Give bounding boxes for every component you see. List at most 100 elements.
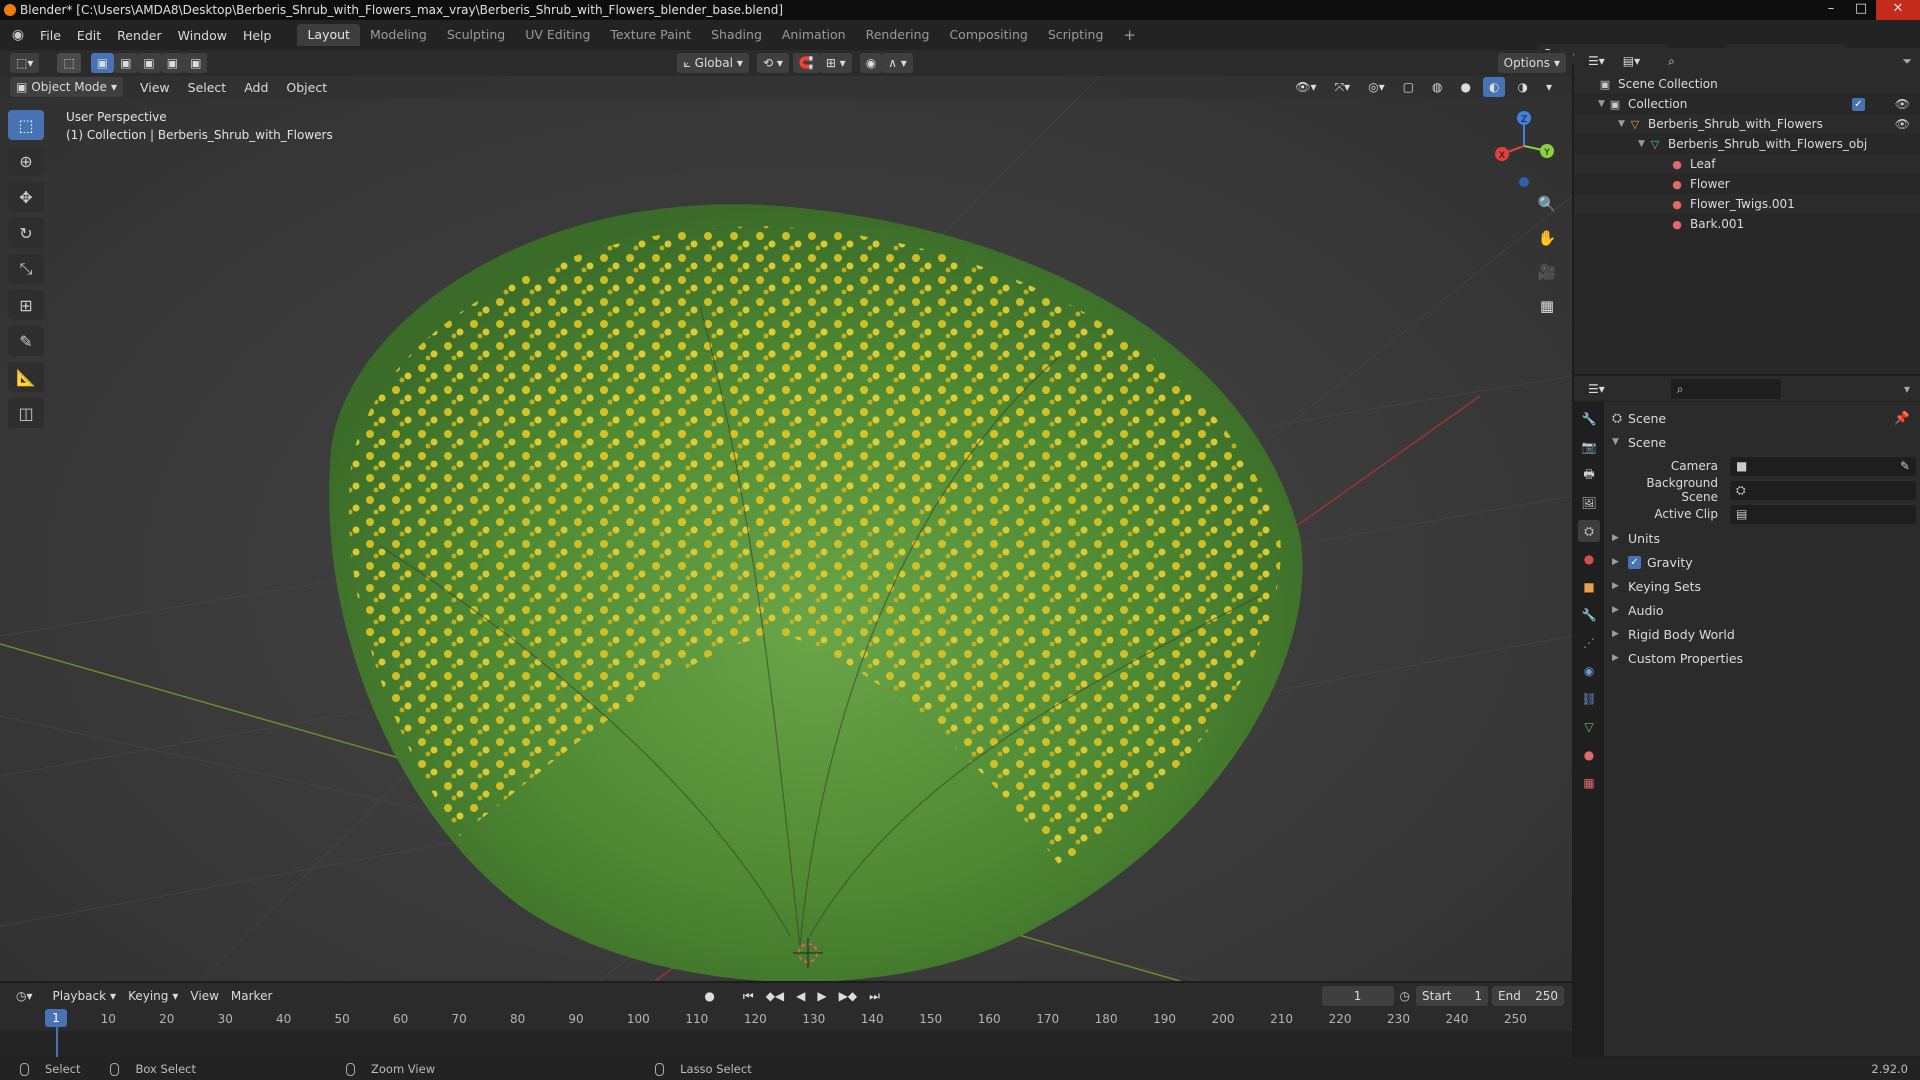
cursor-tool-icon[interactable]: ⊕	[8, 146, 44, 176]
shading-options-dropdown[interactable]: ▾	[1540, 77, 1558, 97]
blender-menu-icon[interactable]: ◉	[8, 25, 28, 45]
menu-select[interactable]: Select	[179, 80, 236, 95]
tab-texture-paint[interactable]: Texture Paint	[600, 24, 701, 46]
view-layer-tab-icon[interactable]: 🖼	[1578, 492, 1600, 514]
constraints-tab-icon[interactable]: ⛓	[1578, 688, 1600, 710]
rigid-body-world-panel-header[interactable]: ▶ Rigid Body World	[1608, 622, 1916, 646]
render-tab-icon[interactable]: 📷	[1578, 436, 1600, 458]
add-workspace-button[interactable]: +	[1113, 24, 1146, 46]
proportional-edit-icon[interactable]: ◉	[859, 53, 883, 73]
navigation-gizmo[interactable]: Z X Y	[1480, 104, 1570, 194]
audio-panel-header[interactable]: ▶ Audio	[1608, 598, 1916, 622]
outliner-material[interactable]: ● Flower_Twigs.001	[1574, 194, 1920, 214]
xray-toggle-icon[interactable]: ▢	[1397, 77, 1420, 97]
menu-add[interactable]: Add	[235, 80, 277, 95]
play-reverse-icon[interactable]: ◀	[790, 986, 811, 1006]
timeline-marker-menu[interactable]: Marker	[225, 986, 278, 1006]
tab-compositing[interactable]: Compositing	[939, 24, 1037, 46]
playhead-indicator[interactable]: 1	[45, 1009, 67, 1027]
tab-uv-editing[interactable]: UV Editing	[515, 24, 600, 46]
minimize-button[interactable]: –	[1816, 0, 1846, 20]
menu-object[interactable]: Object	[277, 80, 336, 95]
gravity-panel-header[interactable]: ▶ ✓ Gravity	[1608, 550, 1916, 574]
tab-animation[interactable]: Animation	[772, 24, 856, 46]
snap-toggle-icon[interactable]: 🧲	[792, 53, 820, 73]
material-preview-shading-icon[interactable]: ◐	[1483, 77, 1506, 97]
select-extend-icon[interactable]: ▣	[114, 53, 138, 73]
visibility-dropdown[interactable]: 👁▾	[1289, 77, 1322, 97]
close-window-button[interactable]: ✕	[1876, 0, 1920, 20]
active-clip-field[interactable]: ▤	[1730, 504, 1916, 524]
keying-dropdown[interactable]: Keying ▾	[122, 986, 184, 1006]
select-new-icon[interactable]: ▣	[90, 53, 115, 73]
modifier-tab-icon[interactable]: 🔧	[1578, 604, 1600, 626]
3d-viewport[interactable]	[0, 76, 1572, 981]
rotate-tool-icon[interactable]: ↻	[8, 218, 44, 248]
expand-arrow-icon[interactable]: ▼	[1598, 99, 1608, 109]
filter-icon[interactable]: ⏷	[1902, 54, 1912, 69]
jump-start-icon[interactable]: ⏮	[737, 986, 760, 1006]
outliner-object[interactable]: ▼ ▽ Berberis_Shrub_with_Flowers 👁	[1574, 114, 1920, 134]
timeline-track-area[interactable]	[0, 1031, 1572, 1057]
tab-shading[interactable]: Shading	[701, 24, 772, 46]
play-icon[interactable]: ▶	[811, 986, 832, 1006]
timeline-ruler[interactable]: 1102030405060708090100110120130140150160…	[0, 1009, 1572, 1031]
measure-tool-icon[interactable]: 📐	[8, 362, 44, 392]
display-mode-dropdown[interactable]: ▤▾	[1617, 51, 1646, 71]
gizmo-toggle-icon[interactable]: ⤧▾	[1329, 77, 1357, 97]
scene-section-header[interactable]: ▼ Scene	[1608, 430, 1916, 454]
material-tab-icon[interactable]: ●	[1578, 744, 1600, 766]
pivot-point-dropdown[interactable]: ⟲ ▾	[756, 53, 789, 73]
menu-help[interactable]: Help	[235, 28, 280, 43]
add-cube-tool-icon[interactable]: ◫	[8, 398, 44, 428]
neg-z-axis-icon[interactable]	[1519, 177, 1529, 187]
tab-scripting[interactable]: Scripting	[1038, 24, 1114, 46]
menu-edit[interactable]: Edit	[69, 28, 109, 43]
tool-tab-icon[interactable]: 🔧	[1578, 408, 1600, 430]
end-frame-field[interactable]: End 250	[1492, 986, 1564, 1006]
properties-search-input[interactable]: ⌕	[1670, 378, 1781, 399]
keying-sets-panel-header[interactable]: ▶ Keying Sets	[1608, 574, 1916, 598]
current-frame-field[interactable]: 1	[1321, 986, 1394, 1006]
eye-icon[interactable]: 👁	[1895, 97, 1910, 111]
transform-orientation-dropdown[interactable]: ⟀ Global ▾	[677, 53, 749, 73]
snap-target-dropdown[interactable]: ⊞ ▾	[819, 53, 852, 73]
select-invert-icon[interactable]: ▣	[160, 53, 185, 73]
outliner-material[interactable]: ● Leaf	[1574, 154, 1920, 174]
expand-arrow-icon[interactable]: ▼	[1618, 119, 1628, 129]
overlay-toggle-icon[interactable]: ◎▾	[1362, 77, 1391, 97]
menu-window[interactable]: Window	[170, 28, 235, 43]
start-frame-field[interactable]: Start 1	[1416, 986, 1488, 1006]
world-tab-icon[interactable]: ●	[1578, 548, 1600, 570]
wireframe-shading-icon[interactable]: ◍	[1426, 77, 1448, 97]
eye-icon[interactable]: 👁	[1895, 117, 1910, 131]
gravity-checkbox[interactable]: ✓	[1628, 555, 1641, 569]
prev-keyframe-icon[interactable]: ◆◀	[760, 986, 790, 1006]
outliner-material[interactable]: ● Flower	[1574, 174, 1920, 194]
outliner-collection[interactable]: ▼ ▣ Collection ✓ 👁	[1574, 94, 1920, 114]
clock-icon[interactable]: ◷	[1400, 989, 1410, 1003]
rendered-shading-icon[interactable]: ◑	[1511, 77, 1533, 97]
eyedropper-icon[interactable]: ✎	[1900, 459, 1910, 473]
select-tool-mode-button[interactable]: ⬚	[57, 53, 81, 73]
maximize-button[interactable]: □	[1846, 0, 1876, 20]
annotate-tool-icon[interactable]: ✎	[8, 326, 44, 356]
camera-view-icon[interactable]: 🎥	[1533, 258, 1561, 286]
output-tab-icon[interactable]: 🖶	[1578, 464, 1600, 486]
jump-end-icon[interactable]: ⏭	[863, 986, 886, 1006]
zoom-icon[interactable]: 🔍	[1533, 190, 1561, 218]
properties-options-icon[interactable]: ▾	[1904, 382, 1910, 396]
record-icon[interactable]: ●	[698, 986, 720, 1006]
object-tab-icon[interactable]: ■	[1578, 576, 1600, 598]
timeline-view-menu[interactable]: View	[184, 986, 224, 1006]
playback-dropdown[interactable]: Playback ▾	[47, 986, 123, 1006]
custom-properties-panel-header[interactable]: ▶ Custom Properties	[1608, 646, 1916, 670]
outliner-search-input[interactable]: ⌕	[1662, 51, 1773, 71]
texture-tab-icon[interactable]: ▦	[1578, 772, 1600, 794]
outliner-editor-type-icon[interactable]: ☰▾	[1582, 51, 1611, 71]
next-keyframe-icon[interactable]: ▶◆	[833, 986, 863, 1006]
tab-sculpting[interactable]: Sculpting	[437, 24, 515, 46]
object-mode-dropdown[interactable]: ▣ Object Mode ▾	[10, 77, 123, 97]
camera-field[interactable]: ■ ✎	[1730, 456, 1916, 476]
particles-tab-icon[interactable]: ⋰	[1578, 632, 1600, 654]
